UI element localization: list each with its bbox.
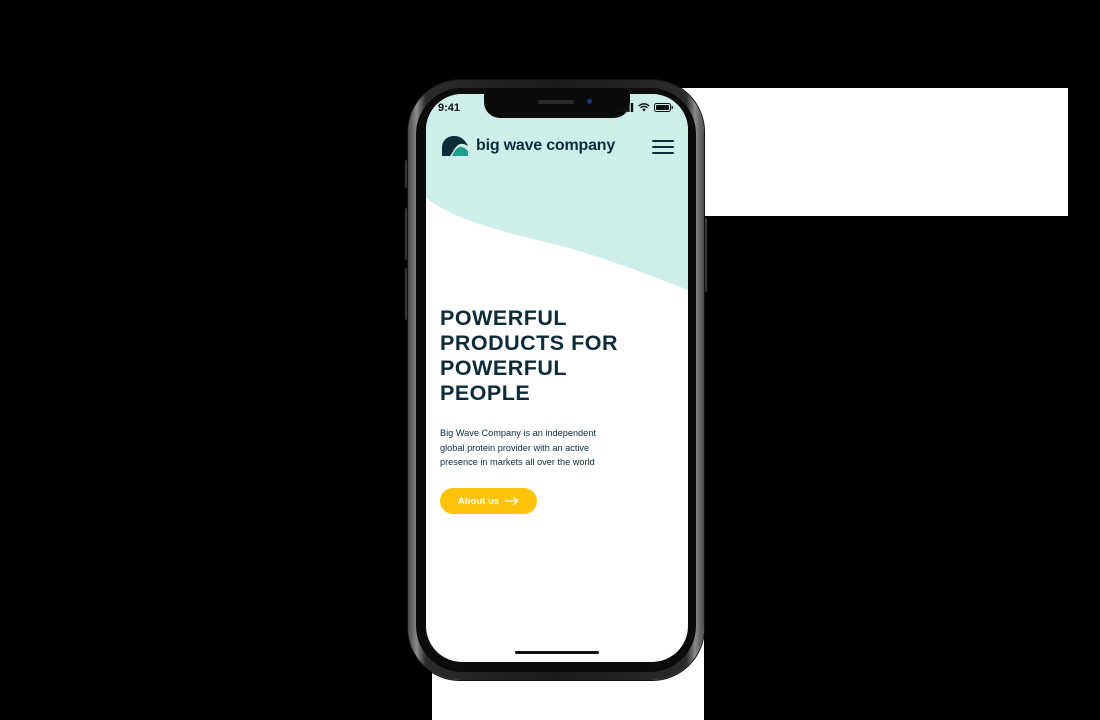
phone-screen: 9:41 big wave company POWERFUL PRODUCTS … <box>426 94 688 662</box>
menu-line <box>652 146 674 148</box>
phone-notch <box>484 94 630 118</box>
headline-line: POWERFUL <box>440 356 568 380</box>
wave-logo-icon <box>442 136 468 156</box>
menu-line <box>652 140 674 142</box>
background-shadow-corner <box>732 656 1096 720</box>
headline-line: PEOPLE <box>440 381 531 405</box>
about-us-button[interactable]: About us <box>440 488 537 514</box>
arrow-right-icon <box>505 497 519 505</box>
speaker-grille <box>538 100 574 104</box>
background-shadow-top <box>704 0 1068 88</box>
brand-logo[interactable]: big wave company <box>440 134 615 158</box>
status-icons <box>620 103 674 112</box>
description-line: presence in markets all over the world <box>440 457 595 467</box>
headline-line: PRODUCTS FOR <box>440 331 618 355</box>
status-time: 9:41 <box>438 102 461 114</box>
signal-icon <box>620 103 634 112</box>
menu-line <box>652 152 674 154</box>
hero-wave-background <box>426 94 688 290</box>
home-indicator[interactable] <box>515 651 599 654</box>
front-camera <box>587 99 592 104</box>
headline-line: POWERFUL <box>440 306 568 330</box>
wifi-icon <box>638 103 650 112</box>
background-shadow-mid <box>704 216 1068 296</box>
hero-description: Big Wave Company is an independent globa… <box>440 426 630 470</box>
brand-name: big wave company <box>476 137 616 154</box>
hero-headline: POWERFUL PRODUCTS FOR POWERFUL PEOPLE <box>440 306 680 406</box>
battery-icon <box>654 103 673 112</box>
hamburger-menu-icon[interactable] <box>652 140 674 154</box>
description-line: Big Wave Company is an independent <box>440 428 596 438</box>
about-us-label: About us <box>457 495 500 507</box>
description-line: global protein provider with an active <box>440 442 590 453</box>
